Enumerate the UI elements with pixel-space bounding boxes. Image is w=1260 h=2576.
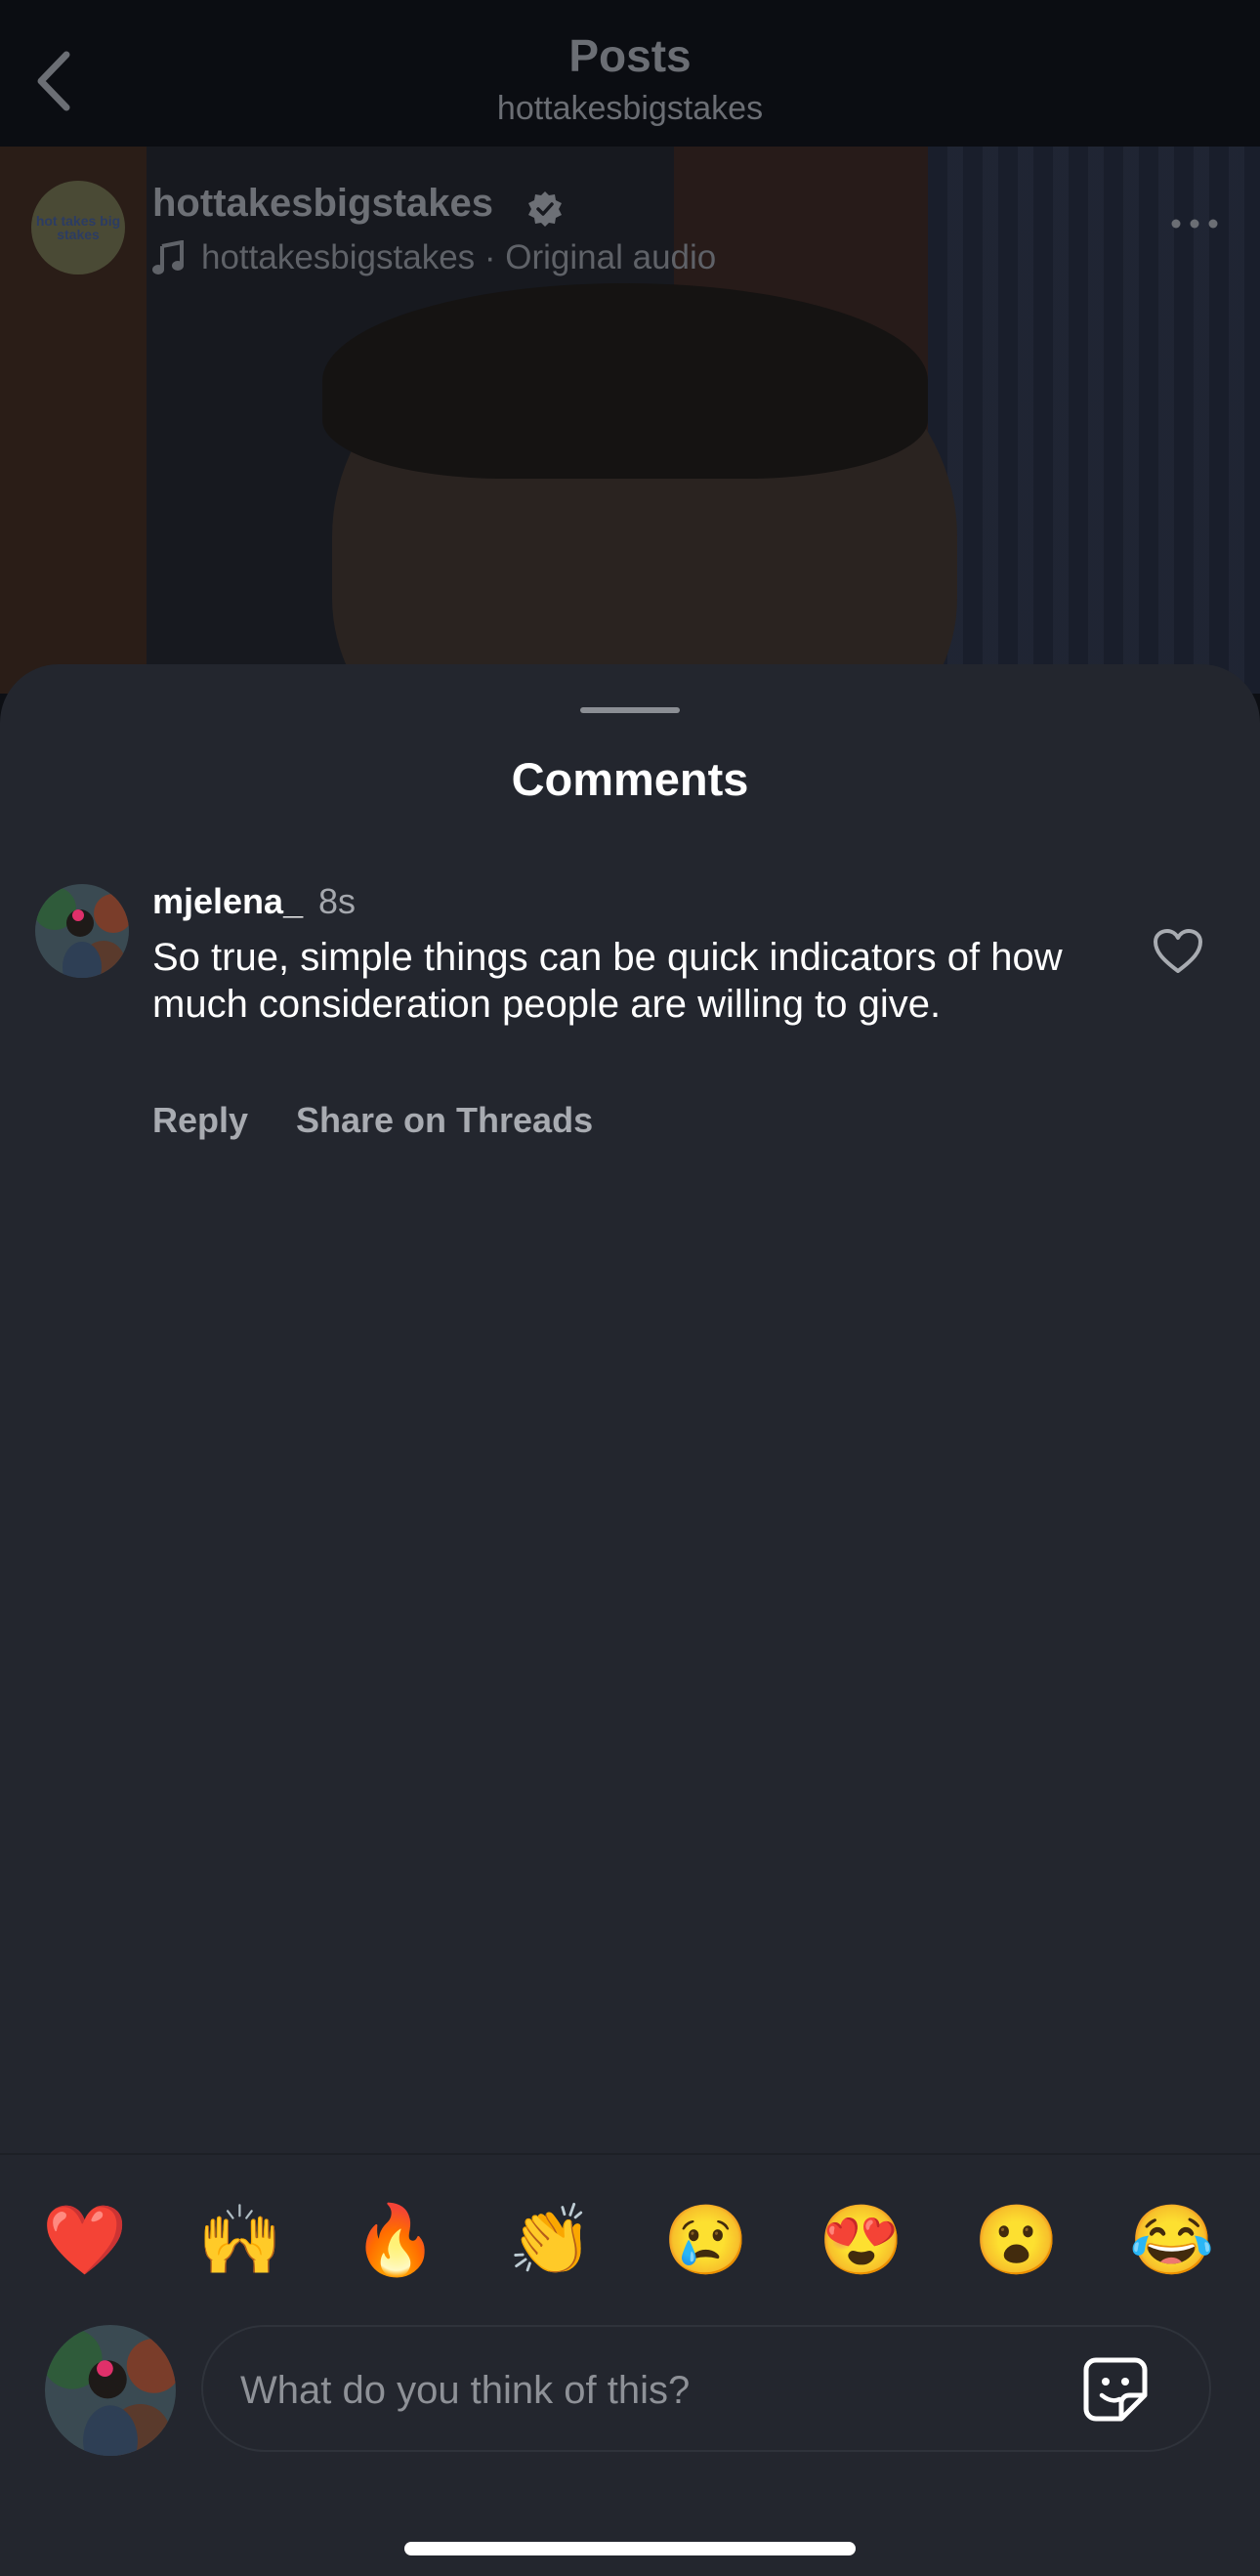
post-author-username[interactable]: hottakesbigstakes bbox=[152, 182, 493, 226]
comment-composer bbox=[201, 2325, 1211, 2452]
comment-username[interactable]: mjelena_ bbox=[152, 881, 303, 922]
video-background bbox=[0, 147, 1260, 694]
reaction-fire[interactable]: 🔥 bbox=[352, 2196, 440, 2284]
reaction-raised-hands[interactable]: 🙌 bbox=[196, 2196, 284, 2284]
reaction-laughing[interactable]: 😂 bbox=[1128, 2196, 1216, 2284]
reaction-heart[interactable]: ❤️ bbox=[41, 2196, 129, 2284]
reaction-heart-eyes[interactable]: 😍 bbox=[818, 2196, 905, 2284]
avatar-logo-text: hot takes big stakes bbox=[35, 213, 121, 242]
comment-timestamp: 8s bbox=[318, 881, 357, 921]
home-indicator[interactable] bbox=[404, 2542, 856, 2555]
reaction-crying[interactable]: 😢 bbox=[662, 2196, 750, 2284]
more-options-icon[interactable] bbox=[1168, 209, 1221, 238]
commenter-avatar[interactable] bbox=[35, 884, 129, 978]
heart-icon[interactable] bbox=[1153, 928, 1203, 975]
reply-button[interactable]: Reply bbox=[152, 1100, 248, 1141]
page-subtitle: hottakesbigstakes bbox=[496, 90, 764, 127]
post-audio-label[interactable]: hottakesbigstakes · Original audio bbox=[201, 238, 716, 277]
page-title: Posts bbox=[568, 30, 692, 81]
sheet-drag-handle[interactable] bbox=[580, 707, 680, 713]
quick-reaction-bar: ❤️ 🙌 🔥 👏 😢 😍 😮 😂 bbox=[0, 2196, 1260, 2294]
verified-badge-icon bbox=[528, 191, 562, 227]
reaction-surprised[interactable]: 😮 bbox=[973, 2196, 1061, 2284]
sticker-icon[interactable] bbox=[1082, 2356, 1149, 2423]
comment-input[interactable] bbox=[238, 2354, 1063, 2427]
sheet-title: Comments bbox=[511, 753, 749, 805]
reaction-clap[interactable]: 👏 bbox=[507, 2196, 595, 2284]
music-note-icon bbox=[152, 240, 184, 274]
current-user-avatar[interactable] bbox=[45, 2325, 176, 2456]
comments-sheet: Comments mjelena_ 8s So true, simple thi… bbox=[0, 664, 1260, 2576]
top-nav-bar: Posts hottakesbigstakes bbox=[0, 0, 1260, 147]
comment-text: So true, simple things can be quick indi… bbox=[152, 936, 1063, 1026]
post-author-avatar[interactable]: hot takes big stakes bbox=[31, 181, 125, 274]
composer-divider bbox=[0, 2153, 1260, 2155]
share-on-threads-button[interactable]: Share on Threads bbox=[296, 1100, 593, 1141]
